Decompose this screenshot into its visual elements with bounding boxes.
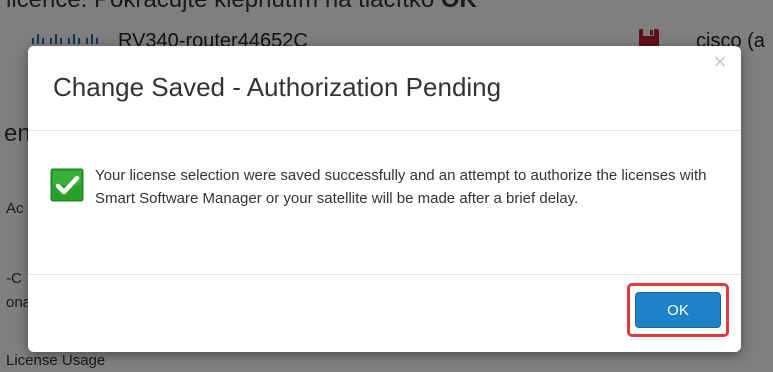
dialog-body: Your license selection were saved succes… — [28, 131, 741, 273]
dialog-footer: OK — [28, 274, 741, 353]
caption-bold: OK — [441, 0, 477, 13]
change-saved-dialog: Change Saved - Authorization Pending × Y… — [28, 46, 741, 352]
close-button[interactable]: × — [710, 52, 730, 72]
dialog-header: Change Saved - Authorization Pending × — [28, 46, 741, 131]
instruction-caption: licence. Pokračujte klepnutím na tlačítk… — [6, 0, 477, 16]
success-check-icon — [50, 168, 84, 202]
ok-button[interactable]: OK — [635, 292, 721, 328]
ok-button-highlight: OK — [627, 283, 729, 337]
dialog-message: Your license selection were saved succes… — [95, 167, 707, 207]
caption-text: licence. Pokračujte klepnutím na tlačítk… — [6, 0, 441, 13]
dialog-title: Change Saved - Authorization Pending — [53, 72, 502, 102]
